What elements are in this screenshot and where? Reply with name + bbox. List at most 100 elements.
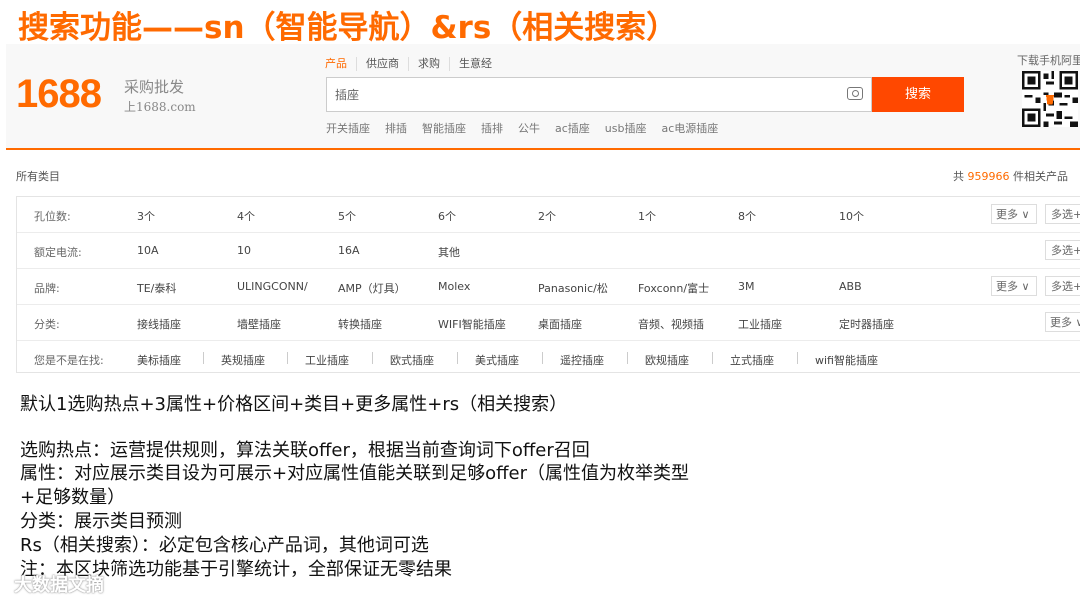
hot-word[interactable]: 智能插座 [422,120,466,136]
hot-word[interactable]: usb插座 [605,120,647,136]
chevron-down-icon: ∨ [1076,316,1080,329]
logo-number[interactable]: 1688 [16,72,102,117]
filter-option[interactable]: 10 [237,244,251,257]
search-tab-product[interactable]: 产品 [325,57,356,71]
related-search-label: 您是不是在找: [34,354,104,367]
search-tab-buying[interactable]: 求购 [408,57,449,71]
filter-option[interactable]: AMP（灯具） [338,280,406,296]
note-line: Rs（相关搜索）：必定包含核心产品词，其他词可选 [20,535,429,556]
filter-option[interactable]: 8个 [738,208,756,224]
related-search-item[interactable]: 立式插座 [730,352,774,368]
site-header: 1688 采购批发 上1688.com 产品 供应商 求购 生意经 插座 搜索 … [6,44,1080,150]
related-search-item[interactable]: 欧式插座 [390,352,434,368]
note-line: 属性：对应展示类目设为可展示+对应属性值能关联到足够offer（属性值为枚举类型 [20,463,689,484]
filter-row-holes: 孔位数: 3个 4个 5个 6个 2个 1个 8个 10个 更多 ∨ 多选+ [17,197,1080,233]
filter-label: 额定电流: [34,246,82,259]
related-search-item[interactable]: 美式插座 [475,352,519,368]
result-count-suffix: 件相关产品 [1009,170,1068,183]
filter-option[interactable]: Panasonic/松 [538,280,608,296]
filter-option[interactable]: Foxconn/富士 [638,280,709,296]
hot-word[interactable]: 公牛 [518,120,540,136]
filter-label: 品牌: [34,282,60,295]
filter-option[interactable]: ULINGCONN/ [237,280,308,293]
search-button[interactable]: 搜索 [872,77,964,112]
filter-option[interactable]: 墙壁插座 [237,316,281,332]
result-count-number: 959966 [967,170,1010,183]
multi-select-button[interactable]: 多选+ [1045,204,1080,224]
filter-option[interactable]: WIFI智能插座 [438,316,506,332]
search-query[interactable]: 插座 [335,86,359,103]
filter-option[interactable]: 3M [738,280,755,293]
separator [287,352,288,364]
filter-option[interactable]: 接线插座 [137,316,181,332]
hot-words: 开关插座 排插 智能插座 插排 公牛 ac插座 usb插座 ac电源插座 [326,120,733,136]
related-search-item[interactable]: 遥控插座 [560,352,604,368]
note-line: 选购热点：运营提供规则，算法关联offer，根据当前查询词下offer召回 [20,440,590,461]
more-button[interactable]: 更多 ∨ [991,276,1037,296]
result-count-prefix: 共 [953,170,968,183]
chevron-down-icon: ∨ [1021,208,1030,221]
hot-word[interactable]: 开关插座 [326,120,370,136]
multi-select-button[interactable]: 多选+ [1045,240,1080,260]
related-search-item[interactable]: 欧规插座 [645,352,689,368]
filter-option[interactable]: 5个 [338,208,356,224]
filter-option[interactable]: ABB [839,280,862,293]
filter-option[interactable]: 音频、视频插 [638,316,704,332]
filter-row-brand: 品牌: TE/泰科 ULINGCONN/ AMP（灯具） Molex Panas… [17,269,1080,305]
related-search-row: 您是不是在找: 美标插座 英规插座 工业插座 欧式插座 美式插座 遥控插座 欧规… [17,341,1080,376]
filter-option[interactable]: 10个 [839,208,864,224]
filter-option[interactable]: 16A [338,244,360,257]
filter-option[interactable]: 工业插座 [738,316,782,332]
filter-option[interactable]: 2个 [538,208,556,224]
filter-option[interactable]: Molex [438,280,470,293]
related-search-item[interactable]: 美标插座 [137,352,181,368]
result-count: 共 959966 件相关产品 [953,168,1068,184]
multi-select-button[interactable]: 多选+ [1045,276,1080,296]
related-search-item[interactable]: 英规插座 [221,352,265,368]
filter-label: 分类: [34,318,60,331]
more-label: 更多 [1050,316,1072,329]
note-line: 分类：展示类目预测 [20,511,182,532]
search-tab-supplier[interactable]: 供应商 [356,57,408,71]
separator [203,352,204,364]
filter-option[interactable]: 4个 [237,208,255,224]
note-line: +足够数量） [20,487,126,508]
search-tab-business[interactable]: 生意经 [449,57,501,71]
more-label: 更多 [996,208,1018,221]
filter-row-category: 分类: 接线插座 墙壁插座 转换插座 WIFI智能插座 桌面插座 音频、视频插 … [17,305,1080,341]
hot-word[interactable]: 插排 [481,120,503,136]
filter-row-current: 额定电流: 10A 10 16A 其他 多选+ [17,233,1080,269]
filter-option[interactable]: 转换插座 [338,316,382,332]
separator [627,352,628,364]
more-button[interactable]: 更多 ∨ [1045,312,1080,332]
related-search-item[interactable]: 工业插座 [305,352,349,368]
chevron-down-icon: ∨ [1021,280,1030,293]
filter-option[interactable]: 3个 [137,208,155,224]
breadcrumb[interactable]: 所有类目 [16,168,60,184]
download-app-label[interactable]: 下载手机阿里 [1017,52,1080,68]
filter-option[interactable]: 10A [137,244,159,257]
more-button[interactable]: 更多 ∨ [991,204,1037,224]
separator [457,352,458,364]
separator [797,352,798,364]
watermark: 大数据文摘 [14,575,104,596]
hot-word[interactable]: 排插 [385,120,407,136]
filter-option[interactable]: 6个 [438,208,456,224]
separator [372,352,373,364]
filter-option[interactable]: 桌面插座 [538,316,582,332]
search-input[interactable]: 插座 [326,77,872,112]
separator [712,352,713,364]
filter-option[interactable]: 其他 [438,244,460,260]
related-search-item[interactable]: wifi智能插座 [815,352,878,368]
filter-option[interactable]: 定时器插座 [839,316,894,332]
filter-label: 孔位数: [34,210,71,223]
logo-domain: 上1688.com [124,100,196,114]
filter-option[interactable]: TE/泰科 [137,280,176,296]
slide-title: 搜索功能——sn（智能导航）&rs（相关搜索） [18,10,678,46]
qr-code[interactable] [1022,71,1078,127]
hot-word[interactable]: ac电源插座 [661,120,718,136]
hot-word[interactable]: ac插座 [555,120,590,136]
filter-option[interactable]: 1个 [638,208,656,224]
filter-panel: 孔位数: 3个 4个 5个 6个 2个 1个 8个 10个 更多 ∨ 多选+ 额… [16,196,1080,373]
camera-icon[interactable] [847,87,863,100]
